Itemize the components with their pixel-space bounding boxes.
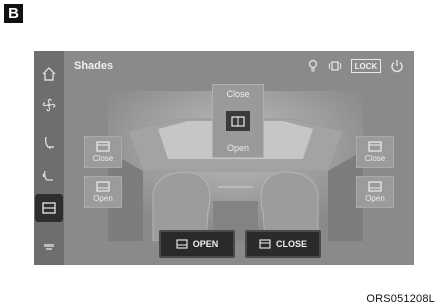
sidebar-item-seat[interactable] bbox=[37, 131, 61, 155]
shade-open-icon bbox=[368, 181, 382, 192]
sunroof-shade-open-button[interactable]: Open bbox=[213, 143, 263, 153]
figure-marker: B bbox=[4, 4, 23, 23]
left-shade-open-button[interactable]: Open bbox=[84, 176, 122, 208]
seat-heat-icon bbox=[42, 170, 53, 181]
right-shade-close-label: Close bbox=[364, 154, 386, 163]
sunroof-shade-panel: Close Open bbox=[212, 84, 264, 158]
open-all-label: OPEN bbox=[192, 239, 219, 249]
vehicle-signal-icon[interactable] bbox=[327, 58, 343, 74]
right-shade-open-label: Open bbox=[365, 194, 385, 203]
sidebar bbox=[34, 51, 64, 265]
left-shade-close-label: Close bbox=[92, 154, 114, 163]
right-shade-close-button[interactable]: Close bbox=[356, 136, 394, 168]
shade-close-icon bbox=[96, 141, 110, 152]
shade-open-icon bbox=[176, 239, 188, 249]
infotainment-screen: Shades LOCK Close Open Close Open Close … bbox=[34, 51, 414, 265]
figure-caption: ORS051208L bbox=[366, 293, 435, 305]
more-icon bbox=[44, 244, 54, 250]
shade-close-icon bbox=[259, 239, 271, 249]
seat-icon bbox=[44, 136, 54, 149]
sidebar-item-seat-heat[interactable] bbox=[37, 164, 61, 188]
open-all-shades-button[interactable]: OPEN bbox=[159, 230, 235, 258]
sunroof-shade-toggle[interactable] bbox=[226, 111, 250, 131]
sunroof-shade-close-button[interactable]: Close bbox=[213, 89, 263, 99]
power-icon[interactable] bbox=[389, 58, 405, 74]
left-shade-open-label: Open bbox=[93, 194, 113, 203]
right-shade-open-button[interactable]: Open bbox=[356, 176, 394, 208]
shade-close-icon bbox=[368, 141, 382, 152]
close-all-shades-button[interactable]: CLOSE bbox=[245, 230, 321, 258]
sidebar-item-shades[interactable] bbox=[35, 194, 63, 222]
light-icon[interactable] bbox=[305, 58, 321, 74]
fan-icon bbox=[42, 98, 56, 112]
sunroof-shade-icon bbox=[231, 115, 245, 127]
sidebar-item-more[interactable] bbox=[37, 235, 61, 259]
lock-button[interactable]: LOCK bbox=[351, 59, 381, 73]
page-title: Shades bbox=[74, 60, 114, 72]
shade-icon bbox=[42, 202, 56, 214]
shade-open-icon bbox=[96, 181, 110, 192]
home-icon bbox=[42, 67, 56, 81]
sidebar-item-home[interactable] bbox=[37, 62, 61, 86]
left-shade-close-button[interactable]: Close bbox=[84, 136, 122, 168]
sidebar-item-climate[interactable] bbox=[37, 93, 61, 117]
close-all-label: CLOSE bbox=[275, 239, 307, 249]
